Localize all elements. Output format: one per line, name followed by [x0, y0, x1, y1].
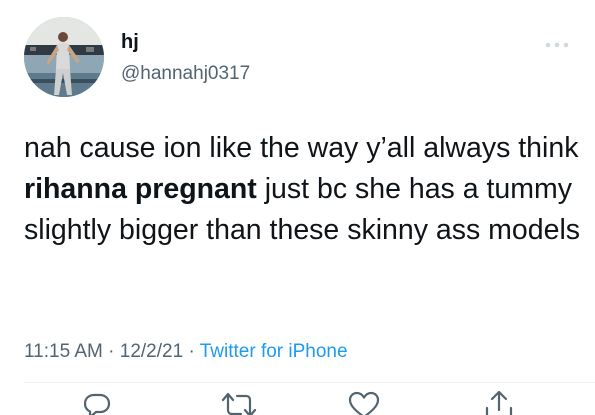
display-name[interactable]: hj — [121, 30, 139, 54]
retweet-icon[interactable] — [221, 390, 257, 415]
tweet-time[interactable]: 11:15 AM — [24, 341, 103, 362]
tweet-source-link[interactable]: Twitter for iPhone — [200, 341, 348, 362]
share-icon[interactable] — [484, 390, 514, 415]
tweet-card: hj @hannahj0317 nah cause ion like the w… — [0, 0, 595, 415]
divider — [24, 382, 595, 383]
meta-separator: · — [102, 341, 120, 362]
avatar[interactable] — [24, 17, 104, 97]
tweet-text-part: nah cause ion like the way y’all always … — [24, 132, 579, 164]
reply-icon[interactable] — [82, 390, 112, 415]
user-avatar-icon — [24, 17, 104, 97]
more-options-icon[interactable] — [544, 37, 570, 48]
user-handle[interactable]: @hannahj0317 — [121, 62, 250, 86]
tweet-meta: 11:15 AM · 12/2/21 · Twitter for iPhone — [24, 339, 348, 365]
meta-separator: · — [183, 341, 200, 362]
tweet-text-bold: rihanna pregnant — [24, 173, 257, 205]
like-icon[interactable] — [347, 390, 381, 415]
tweet-date[interactable]: 12/2/21 — [120, 341, 183, 362]
tweet-text: nah cause ion like the way y’all always … — [24, 128, 584, 251]
